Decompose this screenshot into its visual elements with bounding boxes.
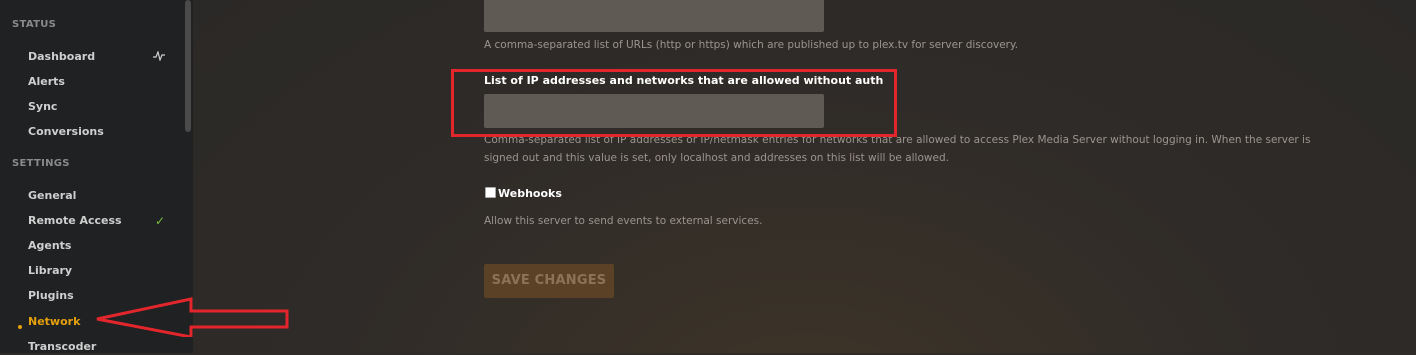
annotation-highlight-box [451, 69, 897, 137]
sidebar-item-label: Dashboard [28, 50, 96, 63]
sidebar-item-label: Alerts [28, 75, 65, 88]
save-changes-button[interactable]: SAVE CHANGES [484, 264, 614, 298]
status-section-header: STATUS [12, 19, 57, 30]
sidebar-item-sync[interactable]: Sync [28, 99, 173, 115]
webhooks-label[interactable]: Webhooks [498, 187, 562, 200]
allowed-networks-help-line2: signed out and this value is set, only l… [484, 152, 949, 164]
sidebar-item-label: Plugins [28, 289, 74, 302]
annotation-arrow-icon [96, 297, 289, 337]
sidebar-item-label: Transcoder [28, 340, 97, 353]
custom-urls-input[interactable] [484, 0, 824, 32]
sidebar-item-dashboard[interactable]: Dashboard [28, 49, 173, 65]
pulse-icon [153, 49, 165, 65]
webhooks-checkbox[interactable] [485, 187, 496, 198]
webhooks-help: Allow this server to send events to exte… [484, 215, 763, 227]
settings-main-panel: A comma-separated list of URLs (http or … [193, 0, 1416, 353]
sidebar-item-label: Network [28, 315, 81, 328]
custom-urls-help: A comma-separated list of URLs (http or … [484, 39, 1019, 51]
settings-section-header: SETTINGS [12, 158, 70, 169]
sidebar-item-conversions[interactable]: Conversions [28, 124, 173, 140]
sidebar-item-label: Library [28, 264, 73, 277]
active-indicator-dot [18, 325, 22, 329]
sidebar-item-label: Remote Access [28, 214, 122, 227]
check-icon: ✓ [154, 214, 165, 228]
sidebar-item-label: Sync [28, 100, 58, 113]
sidebar-item-library[interactable]: Library [28, 263, 173, 279]
sidebar-item-agents[interactable]: Agents [28, 238, 173, 254]
sidebar-item-label: Conversions [28, 125, 104, 138]
sidebar-item-remote-access[interactable]: Remote Access ✓ [28, 213, 173, 229]
sidebar-item-general[interactable]: General [28, 188, 173, 204]
sidebar-scrollbar-thumb[interactable] [185, 0, 191, 132]
sidebar-item-alerts[interactable]: Alerts [28, 74, 173, 90]
sidebar-item-label: Agents [28, 239, 72, 252]
sidebar-item-label: General [28, 189, 77, 202]
